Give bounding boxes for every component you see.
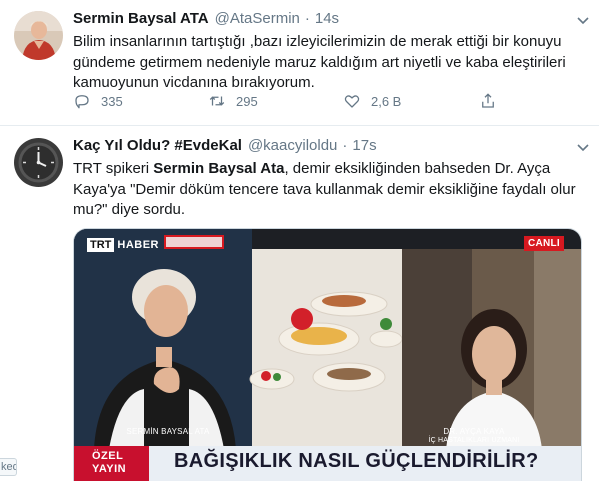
caption-left: SERMİN BAYSAL ATA xyxy=(126,427,210,436)
separator: · xyxy=(304,10,310,27)
trt-haber-logo: TRT HABER xyxy=(87,237,162,253)
caption-right: DR. AYÇA KAYA İÇ HASTALIKLARI UZMANI xyxy=(404,427,544,444)
reply-count: 335 xyxy=(101,93,123,109)
ozel-line2: YAYIN xyxy=(92,463,127,475)
ozel-line1: ÖZEL xyxy=(92,450,124,462)
author-handle[interactable]: @kaacyiloldu xyxy=(248,136,337,156)
chevron-down-icon[interactable] xyxy=(575,139,591,155)
caption-right-title: İÇ HASTALIKLARI UZMANI xyxy=(428,437,520,444)
caption-right-name: DR. AYÇA KAYA xyxy=(443,427,505,436)
share-button[interactable] xyxy=(479,92,507,110)
chevron-down-icon[interactable] xyxy=(575,12,591,28)
video-headline: BAĞIŞIKLIK NASIL GÜÇLENDİRİLİR? xyxy=(174,450,539,472)
tweet-header: Kaç Yıl Oldu? #EvdeKal @kaacyiloldu · 17… xyxy=(73,136,587,156)
tweet-content: Kaç Yıl Oldu? #EvdeKal @kaacyiloldu · 17… xyxy=(73,136,587,221)
separator: · xyxy=(342,137,348,154)
avatar[interactable] xyxy=(14,11,63,60)
side-tag: ked xyxy=(0,458,17,476)
timestamp[interactable]: 17s xyxy=(352,136,376,156)
clock-avatar-image xyxy=(14,138,63,187)
author-name[interactable]: Sermin Baysal ATA xyxy=(73,9,209,29)
logo-trt: TRT xyxy=(87,238,115,252)
tweet-text: TRT spikeri Sermin Baysal Ata, demir eks… xyxy=(73,159,587,221)
tweet-header: Sermin Baysal ATA @AtaSermin · 14s xyxy=(73,9,587,29)
live-badge: CANLI xyxy=(523,236,564,251)
retweet-count: 295 xyxy=(236,93,258,109)
reply-button[interactable]: 335 xyxy=(73,92,123,110)
ozel-yayin-badge: ÖZEL YAYIN xyxy=(74,446,149,481)
avatar-image xyxy=(14,11,63,60)
like-button[interactable]: 2,6 B xyxy=(343,92,401,110)
logo-haber: HABER xyxy=(117,239,160,251)
tweet-text-bold: Sermin Baysal Ata xyxy=(153,160,285,177)
heart-icon xyxy=(344,95,360,108)
tweet-content: Sermin Baysal ATA @AtaSermin · 14s Bilim… xyxy=(73,9,587,94)
tweet-text-part: TRT spikeri xyxy=(73,160,154,177)
timestamp[interactable]: 14s xyxy=(315,9,339,29)
like-count: 2,6 B xyxy=(371,93,402,109)
tweet-text: Bilim insanlarının tartıştığı ,bazı izle… xyxy=(73,33,566,91)
tweet[interactable]: Sermin Baysal ATA @AtaSermin · 14s Bilim… xyxy=(0,0,599,126)
reply-icon xyxy=(75,95,89,109)
tweet[interactable]: Kaç Yıl Oldu? #EvdeKal @kaacyiloldu · 17… xyxy=(0,127,599,481)
share-icon xyxy=(482,93,494,108)
author-handle[interactable]: @AtaSermin xyxy=(215,9,300,29)
tweet-actions: 335 295 2,6 B xyxy=(73,92,513,112)
avatar[interactable] xyxy=(14,138,63,187)
retweet-icon xyxy=(209,96,225,106)
retweet-button[interactable]: 295 xyxy=(208,92,258,110)
author-name[interactable]: Kaç Yıl Oldu? #EvdeKal xyxy=(73,136,242,156)
video-media[interactable]: TRT HABER CANLI SERMİN BAYSAL ATA DR. AY… xyxy=(73,228,582,481)
